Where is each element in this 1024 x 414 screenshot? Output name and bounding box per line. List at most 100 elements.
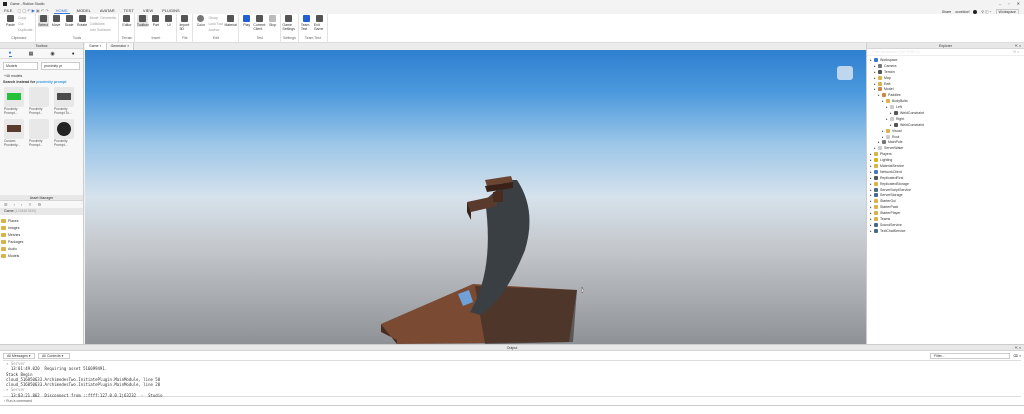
asset-folder-places[interactable]: Places (0, 217, 83, 224)
expand-arrow-icon[interactable]: ▸ (870, 188, 872, 192)
marketplace-tab-icon[interactable]: ● (8, 50, 12, 57)
3d-viewport[interactable] (85, 50, 866, 344)
expand-arrow-icon[interactable]: ▸ (874, 82, 876, 86)
expand-arrow-icon[interactable]: ▸ (874, 87, 876, 91)
expand-arrow-icon[interactable]: ▸ (886, 105, 888, 109)
expand-arrow-icon[interactable]: ▸ (870, 176, 872, 180)
expand-arrow-icon[interactable]: ▸ (882, 99, 884, 103)
copy-button[interactable]: Copy (18, 16, 33, 20)
back-icon[interactable]: ‹ (14, 202, 15, 207)
color-button[interactable]: Color (195, 15, 206, 27)
expand-arrow-icon[interactable]: ▸ (870, 211, 872, 215)
expand-arrow-icon[interactable]: ▸ (870, 217, 872, 221)
expand-arrow-icon[interactable]: ▸ (870, 229, 872, 233)
explorer-settings-icon[interactable]: ⟲ ≡ (1013, 50, 1019, 54)
toolbox-item[interactable]: Proximity Prompt... (54, 119, 76, 149)
expand-arrow-icon[interactable]: ▸ (870, 205, 872, 209)
inventory-tab-icon[interactable]: ▦ (29, 51, 34, 57)
toolbox-item[interactable]: Proximity Prompt... (4, 87, 26, 117)
expand-arrow-icon[interactable]: ▸ (874, 64, 876, 68)
expand-arrow-icon[interactable]: ▸ (870, 58, 872, 62)
explorer-item-textchatservice[interactable]: ▸ TextChatService (867, 228, 1024, 234)
messages-filter[interactable]: All Messages ▾ (3, 352, 35, 359)
toolbox-search-input[interactable]: proximity pr (41, 62, 80, 70)
tab-home[interactable]: HOME (53, 8, 70, 14)
current-client-button[interactable]: Current: Client (253, 15, 266, 31)
expand-arrow-icon[interactable]: ▸ (882, 129, 884, 133)
toolbox-item[interactable]: Custom Proximity... (4, 119, 26, 149)
expand-arrow-icon[interactable]: ▸ (878, 140, 880, 144)
panel-close-icon[interactable]: ⇱ × (1015, 43, 1021, 49)
join-surfaces-button[interactable]: Join Surfaces (90, 28, 117, 32)
explorer-filter-input[interactable]: Filter workspace (Ctrl+Shift+X) ⟲ ≡ (867, 49, 1024, 56)
select-button[interactable]: Select (37, 15, 49, 27)
tab-model[interactable]: MODEL (75, 8, 93, 13)
part-button[interactable]: Part (150, 15, 161, 27)
clear-output-icon[interactable]: ⌫ ≡ (1013, 354, 1021, 358)
forward-icon[interactable]: › (21, 202, 22, 207)
lock-tool-button[interactable]: Lock Tool (208, 22, 223, 26)
expand-arrow-icon[interactable]: ▸ (890, 111, 892, 115)
expand-arrow-icon[interactable]: ▸ (886, 117, 888, 121)
toolbox-button[interactable]: Toolbox (137, 15, 149, 27)
path-label[interactable]: Game (4, 209, 14, 213)
asset-folder-audio[interactable]: Audio (0, 245, 83, 252)
asset-folder-models[interactable]: Models (0, 252, 83, 259)
cut-button[interactable]: Cut (18, 22, 33, 26)
suggestion-link[interactable]: proximity prompt (36, 80, 66, 84)
duplicate-button[interactable]: Duplicate (18, 28, 33, 32)
ui-button[interactable]: UI (163, 15, 174, 27)
collisions-button[interactable]: Collisions (90, 22, 117, 26)
expand-arrow-icon[interactable]: ▸ (870, 182, 872, 186)
expand-arrow-icon[interactable]: ▸ (890, 123, 892, 127)
category-select[interactable]: Models (3, 62, 38, 70)
expand-arrow-icon[interactable]: ▸ (870, 170, 872, 174)
editor-button[interactable]: Editor (121, 15, 132, 27)
toolbox-item[interactable]: Proximity Prompt To... (54, 87, 76, 117)
mode-geometric-button[interactable]: Mode: Geometric (90, 16, 117, 20)
asset-folder-images[interactable]: Images (0, 224, 83, 231)
expand-arrow-icon[interactable]: ▸ (874, 70, 876, 74)
expand-arrow-icon[interactable]: ▸ (878, 93, 880, 97)
group-button[interactable]: Group (208, 16, 223, 20)
stop-button[interactable]: Stop (267, 15, 278, 27)
settings-icon[interactable]: ⚙ (38, 202, 42, 207)
minimize-button[interactable]: – (999, 1, 1001, 6)
expand-arrow-icon[interactable]: ▸ (870, 158, 872, 162)
material-button[interactable]: Material (224, 15, 237, 27)
recent-tab-icon[interactable]: ◉ (50, 51, 54, 57)
command-bar-input[interactable]: › Run a command (0, 397, 1024, 406)
upload-icon[interactable]: ⇪ (28, 202, 31, 207)
tab-game[interactable]: Game × (85, 43, 107, 50)
expand-arrow-icon[interactable]: ▸ (870, 223, 872, 227)
game-settings-button[interactable]: Game Settings (282, 15, 295, 31)
move-button[interactable]: Move (51, 15, 62, 27)
tab-view[interactable]: VIEW (141, 8, 155, 13)
creations-tab-icon[interactable]: ♦ (72, 51, 75, 57)
import-3d-button[interactable]: Import 3D (179, 15, 190, 31)
anchor-button[interactable]: Anchor (208, 28, 223, 32)
tab-plugins[interactable]: PLUGINS (160, 8, 182, 13)
expand-arrow-icon[interactable]: ▸ (870, 164, 872, 168)
toolbox-item[interactable]: Proximity Prompt... (29, 87, 51, 117)
file-menu[interactable]: FILE (4, 8, 12, 13)
expand-arrow-icon[interactable]: ▸ (882, 135, 884, 139)
view-cube-icon[interactable] (837, 66, 853, 80)
output-log[interactable]: ▾ Server 13:01:49.020 Requiring asset 51… (3, 360, 1021, 398)
tab-test[interactable]: TEST (122, 8, 136, 13)
expand-arrow-icon[interactable]: ▸ (870, 152, 872, 156)
paste-button[interactable]: Paste (5, 15, 16, 27)
expand-arrow-icon[interactable]: ▸ (870, 193, 872, 197)
play-button[interactable]: Play (241, 15, 252, 27)
asset-folder-meshes[interactable]: Meshes (0, 231, 83, 238)
toolbox-item[interactable]: Proximity Prompt... (29, 119, 51, 149)
expand-arrow-icon[interactable]: ▸ (874, 76, 876, 80)
rotate-button[interactable]: Rotate (77, 15, 88, 27)
close-button[interactable]: ✕ (1017, 1, 1020, 6)
output-close-icon[interactable]: ⇱ × (1015, 345, 1021, 351)
team-test-button[interactable]: Team Test (301, 15, 312, 31)
exit-game-button[interactable]: Exit Game (314, 15, 325, 31)
output-filter-input[interactable]: Filter... (930, 352, 1011, 359)
list-view-icon[interactable]: ☰ (4, 202, 8, 207)
expand-arrow-icon[interactable]: ▸ (870, 199, 872, 203)
